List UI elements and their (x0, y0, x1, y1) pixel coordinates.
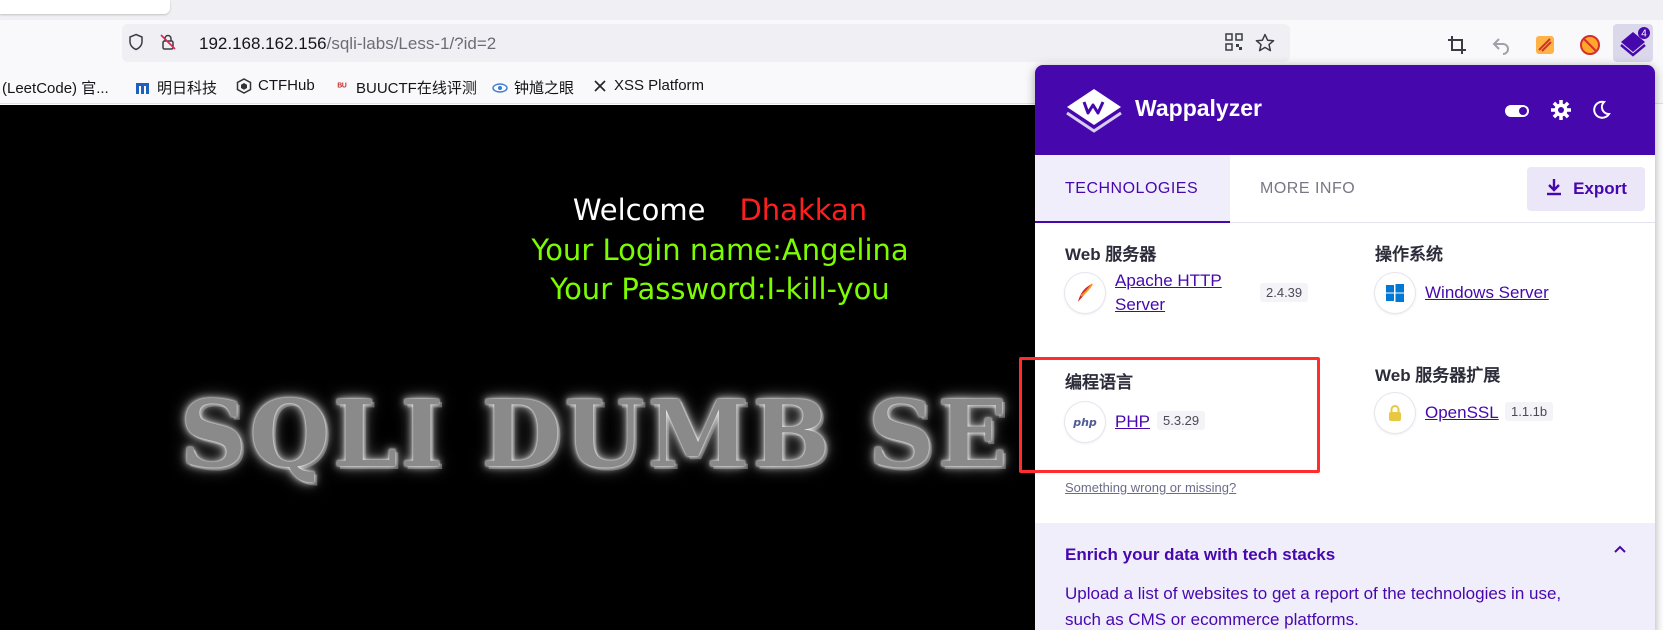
buuctf-logo-icon: ᴮᵁ (337, 81, 347, 93)
bookmark-leetcode[interactable]: (LeetCode) 官... (2, 77, 109, 98)
page-content: Welcome Dhakkan Your Login name:Angelina … (0, 105, 1035, 630)
tech-windows-server-link[interactable]: Windows Server (1425, 281, 1549, 305)
category-operating-system: 操作系统 (1375, 245, 1443, 264)
hackbar-extension-icon[interactable] (1532, 32, 1558, 58)
chevron-up-icon[interactable] (1610, 541, 1630, 561)
toggle-switch-icon[interactable] (1504, 99, 1529, 123)
screen: 192.168.162.156/sqli-labs/Less-1/?id=2 4… (0, 0, 1663, 630)
apache-feather-icon (1065, 273, 1105, 313)
download-icon (1545, 177, 1563, 202)
xss-cross-icon (592, 78, 608, 94)
bookmark-label: 明日科技 (157, 80, 218, 97)
red-highlight-box (1019, 357, 1320, 473)
export-label: Export (1573, 179, 1627, 198)
enrich-panel: Enrich your data with tech stacks Upload… (1035, 523, 1655, 630)
url-path: /sqli-labs/Less-1/?id=2 (326, 34, 497, 53)
bookmark-star-icon[interactable] (1255, 33, 1275, 53)
eye-icon (492, 80, 508, 96)
bookmark-mingri[interactable]: 明日科技 (135, 77, 217, 98)
browser-tab[interactable] (0, 0, 170, 14)
bookmark-buuctf[interactable]: ᴮᵁ BUUCTF在线评测 (334, 77, 477, 98)
insecure-lock-icon[interactable] (158, 33, 178, 53)
tab-strip (0, 0, 1663, 20)
lock-icon (1375, 393, 1415, 433)
tech-openssl-link[interactable]: OpenSSL (1425, 401, 1499, 425)
bookmark-label: 钟馗之眼 (514, 80, 575, 97)
dark-mode-moon-icon[interactable] (1589, 99, 1613, 123)
username-text: Dhakkan (739, 193, 868, 227)
tech-openssl-version: 1.1.1b (1505, 402, 1554, 421)
tab-more-info[interactable]: MORE INFO (1260, 155, 1355, 223)
export-button[interactable]: Export (1527, 167, 1645, 211)
shield-icon[interactable] (126, 33, 146, 53)
wappalyzer-popup: Wappalyzer TECHNOLOGIES MORE INFO Export… (1035, 65, 1655, 630)
sqli-banner-image: SQLI DUMB SE (180, 380, 1011, 488)
category-web-server-extension: Web 服务器扩展 (1375, 366, 1501, 385)
undo-arrow-icon[interactable] (1488, 32, 1514, 58)
address-bar[interactable]: 192.168.162.156/sqli-labs/Less-1/?id=2 (122, 24, 1290, 62)
wappalyzer-tabs: TECHNOLOGIES MORE INFO Export (1035, 155, 1655, 223)
bookmark-xss-platform[interactable]: XSS Platform (592, 77, 704, 94)
tech-apache-version: 2.4.39 (1260, 283, 1309, 302)
login-name-text: Your Login name:Angelina (531, 233, 909, 267)
enrich-title[interactable]: Enrich your data with tech stacks (1065, 545, 1335, 565)
screenshot-crop-icon[interactable] (1444, 32, 1470, 58)
url-host: 192.168.162.156 (199, 34, 327, 53)
wappalyzer-header: Wappalyzer (1035, 65, 1655, 155)
tab-technologies[interactable]: TECHNOLOGIES (1035, 155, 1230, 223)
url-text[interactable]: 192.168.162.156/sqli-labs/Less-1/?id=2 (199, 34, 496, 54)
wappalyzer-extension-button[interactable]: 4 (1613, 24, 1653, 62)
password-text: Your Password:I-kill-you (550, 272, 890, 306)
blocker-extension-icon[interactable] (1577, 32, 1603, 58)
mingri-logo-icon (135, 80, 151, 96)
welcome-line: Welcome Dhakkan (0, 193, 1035, 227)
welcome-text: Welcome (572, 193, 706, 227)
bookmark-label: XSS Platform (614, 77, 705, 94)
bookmark-ctfhub[interactable]: CTFHub (236, 77, 315, 94)
enrich-text: Upload a list of websites to get a repor… (1065, 584, 1562, 629)
bookmark-label: BUUCTF在线评测 (356, 80, 477, 97)
ctfhub-logo-icon (236, 77, 252, 94)
windows-icon (1375, 273, 1415, 313)
bookmark-label: CTFHub (258, 77, 315, 94)
qr-code-icon[interactable] (1224, 33, 1244, 53)
navigation-bar: 192.168.162.156/sqli-labs/Less-1/?id=2 4 (0, 20, 1663, 68)
category-web-server: Web 服务器 (1065, 245, 1157, 264)
tech-apache-line1: Apache HTTP (1115, 271, 1222, 290)
feedback-link[interactable]: Something wrong or missing? (1065, 480, 1236, 495)
extension-badge-count: 4 (1641, 29, 1647, 40)
wappalyzer-logo-icon (1063, 85, 1125, 135)
bookmark-label: (LeetCode) 官... (2, 80, 109, 97)
bookmark-zoomeye[interactable]: 钟馗之眼 (492, 77, 574, 98)
settings-gear-icon[interactable] (1549, 99, 1573, 123)
tech-apache-link[interactable]: Apache HTTP Server (1115, 269, 1222, 317)
wappalyzer-title: Wappalyzer (1135, 95, 1262, 121)
wappalyzer-toolbar-icon: 4 (1620, 27, 1650, 57)
tech-apache-line2: Server (1115, 295, 1166, 314)
